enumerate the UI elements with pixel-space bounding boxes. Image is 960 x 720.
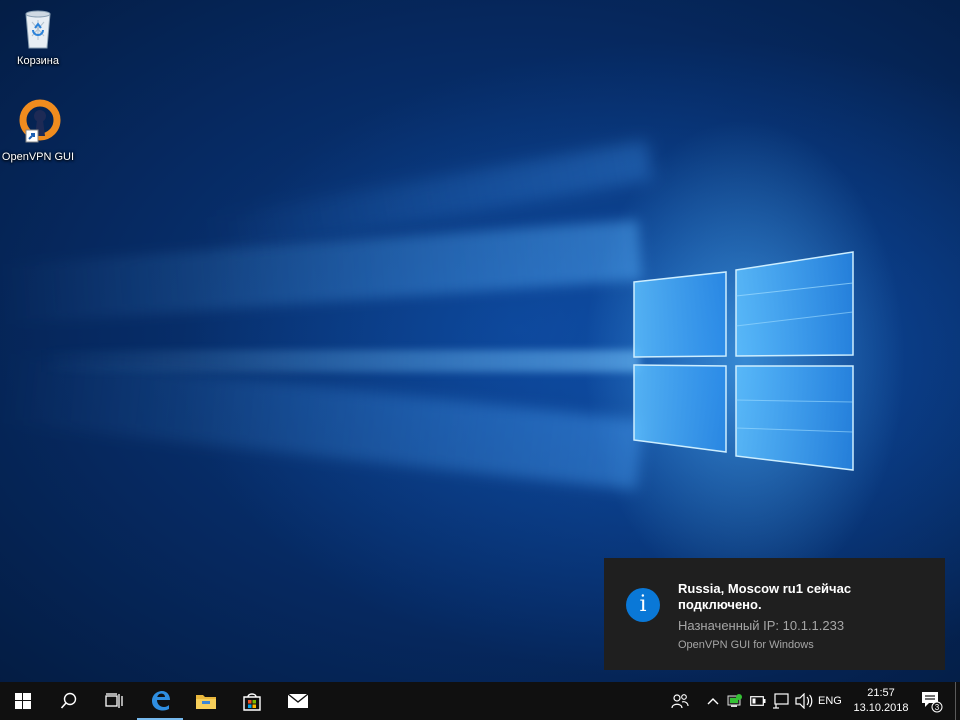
desktop-icon-recycle-bin[interactable]: Корзина: [0, 6, 76, 67]
recycle-bin-icon: [25, 10, 51, 49]
store-icon: [243, 693, 261, 711]
action-center-icon: 3: [922, 692, 943, 713]
info-icon: i: [626, 588, 660, 622]
logo-pane-bottom-right: [735, 365, 854, 471]
notification-source: OpenVPN GUI for Windows: [678, 639, 814, 651]
clock[interactable]: 21:57 13.10.2018: [853, 686, 909, 716]
notification-title: Russia, Moscow ru1 сейчас подключено.: [678, 581, 852, 612]
battery-icon: [750, 696, 766, 706]
start-icon: [15, 693, 31, 709]
desktop-icon-openvpn[interactable]: OpenVPN GUI: [0, 98, 76, 163]
show-desktop-button[interactable]: [955, 682, 960, 720]
action-center-button[interactable]: 3: [915, 682, 947, 720]
chevron-up-icon: [707, 698, 719, 705]
task-view-button[interactable]: [91, 682, 137, 720]
people-icon: [671, 694, 689, 709]
file-explorer-icon: [196, 695, 216, 709]
show-hidden-icons-button[interactable]: [703, 682, 723, 720]
volume-icon: [795, 693, 813, 709]
edge-icon: [152, 691, 170, 711]
notification-count-badge: 3: [935, 703, 940, 712]
file-explorer-button[interactable]: [183, 682, 229, 720]
search-icon: [60, 692, 77, 709]
network-button[interactable]: [771, 682, 791, 720]
logo-pane-top-right: [735, 251, 854, 357]
network-icon: [773, 693, 789, 709]
store-button[interactable]: [229, 682, 275, 720]
openvpn-tray-button[interactable]: [725, 682, 745, 720]
mail-icon: [287, 693, 309, 708]
clock-date: 13.10.2018: [853, 702, 909, 714]
openvpn-icon: [19, 99, 61, 143]
notification-body: Назначенный IP: 10.1.1.233: [678, 618, 845, 633]
task-view-icon: [105, 693, 123, 708]
input-language-indicator[interactable]: ENG: [818, 695, 842, 707]
battery-button[interactable]: [748, 682, 768, 720]
people-button[interactable]: [666, 682, 694, 720]
volume-button[interactable]: [793, 682, 815, 720]
desktop-icon-label: OpenVPN GUI: [1, 151, 75, 163]
openvpn-tray-icon: [727, 694, 742, 707]
edge-button[interactable]: [137, 682, 183, 720]
taskbar: ENG 21:57 13.10.2018 3: [0, 682, 960, 720]
logo-pane-bottom-left: [633, 364, 727, 453]
logo-pane-top-left: [633, 271, 727, 358]
clock-time: 21:57: [867, 687, 895, 699]
vpn-connected-notification[interactable]: i Russia, Moscow ru1 сейчас подключено. …: [604, 558, 945, 670]
start-button[interactable]: [0, 682, 46, 720]
mail-button[interactable]: [275, 682, 321, 720]
search-button[interactable]: [46, 682, 92, 720]
desktop-icon-label: Корзина: [17, 55, 59, 67]
